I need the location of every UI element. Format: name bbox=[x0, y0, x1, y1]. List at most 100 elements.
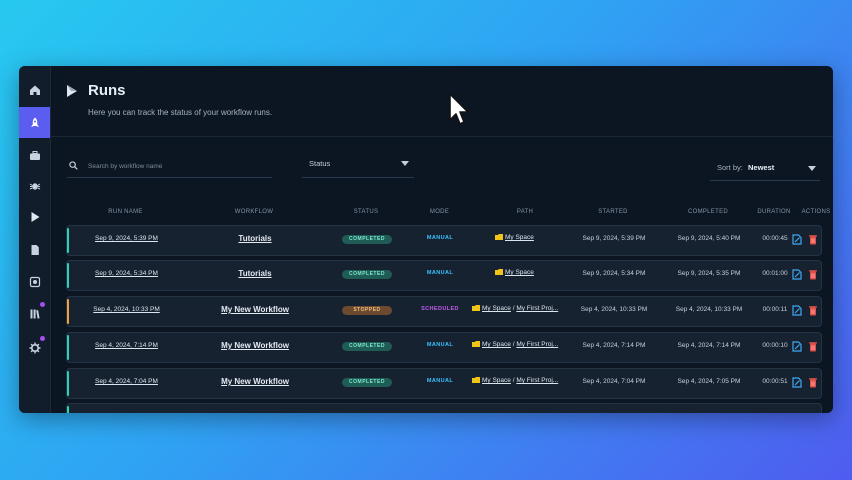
workflow-link[interactable]: Tutorials bbox=[204, 234, 306, 243]
edit-icon[interactable] bbox=[792, 341, 802, 352]
gear-icon bbox=[29, 342, 40, 353]
page-title: Runs bbox=[88, 82, 126, 99]
sidebar-item-tools[interactable] bbox=[19, 140, 50, 171]
column-header-mode: MODE bbox=[429, 209, 450, 215]
workflow-link[interactable]: My New Workflow bbox=[204, 305, 306, 314]
play-icon bbox=[67, 85, 77, 97]
run-name-link[interactable]: Sep 4, 2024, 7:04 PM bbox=[79, 378, 174, 385]
table-row[interactable]: Sep 4, 2024, 7:14 PM My New Workflow COMPL… bbox=[66, 332, 822, 363]
delete-icon[interactable] bbox=[808, 234, 818, 245]
folder-icon bbox=[472, 377, 480, 383]
edit-icon[interactable] bbox=[792, 269, 802, 280]
status-badge: STOPPED bbox=[342, 306, 392, 315]
sidebar-item-runs[interactable] bbox=[19, 201, 50, 232]
mode-label: MANUAL bbox=[426, 342, 454, 348]
path-segment-link[interactable]: My Space bbox=[505, 269, 534, 276]
column-header-duration: DURATION bbox=[757, 209, 791, 215]
status-badge: COMPLETED bbox=[342, 235, 392, 244]
document-icon bbox=[31, 244, 39, 255]
delete-icon[interactable] bbox=[808, 377, 818, 388]
notification-badge bbox=[40, 302, 45, 307]
folder-icon bbox=[495, 269, 503, 275]
path-segment-link[interactable]: My Space bbox=[482, 377, 511, 384]
run-name-link[interactable]: Sep 4, 2024, 7:14 PM bbox=[79, 342, 174, 349]
run-name-link[interactable]: Sep 4, 2024, 10:33 PM bbox=[79, 306, 174, 313]
duration-value: 00:01:00 bbox=[762, 270, 788, 277]
table-row[interactable]: Sep 9, 2024, 5:39 PM Tutorials COMPLETED MA… bbox=[66, 225, 822, 256]
row-status-accent bbox=[67, 335, 69, 360]
notification-badge bbox=[40, 336, 45, 341]
sidebar-item-settings[interactable] bbox=[19, 332, 50, 363]
completed-time: Sep 4, 2024, 7:14 PM bbox=[677, 342, 741, 349]
column-header-actions: ACTIONS bbox=[801, 209, 831, 215]
run-name-link[interactable]: Sep 9, 2024, 5:34 PM bbox=[79, 270, 174, 277]
folder-icon bbox=[472, 341, 480, 347]
started-time: Sep 9, 2024, 5:34 PM bbox=[582, 270, 646, 277]
status-badge: COMPLETED bbox=[342, 342, 392, 351]
path-breadcrumb: My Space bbox=[495, 269, 534, 276]
folder-icon bbox=[472, 305, 480, 311]
page-subtitle: Here you can track the status of your wo… bbox=[88, 108, 273, 117]
path-segment-link[interactable]: My First Proj... bbox=[516, 377, 558, 384]
toolbox-icon bbox=[29, 150, 40, 160]
path-breadcrumb: My Space / My First Proj... bbox=[472, 341, 558, 348]
row-status-accent bbox=[67, 299, 69, 324]
sidebar-item-files[interactable] bbox=[19, 234, 50, 265]
run-name-link[interactable]: Sep 9, 2024, 5:39 PM bbox=[79, 235, 174, 242]
mode-label: MANUAL bbox=[426, 235, 454, 241]
table-row[interactable]: Sep 4, 2024, 10:33 PM My New Workflow STOP… bbox=[66, 296, 822, 327]
path-breadcrumb: My Space / My First Proj... bbox=[472, 305, 558, 312]
chevron-down-icon bbox=[808, 166, 816, 171]
duration-value: 00:00:51 bbox=[762, 378, 788, 385]
app-window: Runs Here you can track the status of yo… bbox=[19, 66, 833, 413]
mode-label: MANUAL bbox=[426, 270, 454, 276]
duration-value: 00:00:11 bbox=[762, 306, 788, 313]
sidebar-item-home[interactable] bbox=[19, 74, 50, 105]
table-row[interactable]: Sep 9, 2024, 5:34 PM Tutorials COMPLETED MA… bbox=[66, 260, 822, 291]
edit-icon[interactable] bbox=[792, 234, 802, 245]
sidebar-item-assistant[interactable] bbox=[19, 107, 50, 138]
sidebar-item-storage[interactable] bbox=[19, 266, 50, 297]
library-icon bbox=[30, 309, 40, 319]
delete-icon[interactable] bbox=[808, 269, 818, 280]
status-dropdown[interactable]: Status bbox=[302, 155, 414, 178]
mouse-cursor-icon bbox=[449, 93, 469, 125]
workflow-link[interactable]: My New Workflow bbox=[204, 341, 306, 350]
column-header-status: STATUS bbox=[353, 209, 379, 215]
started-time: Sep 4, 2024, 7:14 PM bbox=[582, 342, 646, 349]
workflow-link[interactable]: My New Workflow bbox=[204, 377, 306, 386]
search-input[interactable] bbox=[86, 158, 270, 174]
path-segment-link[interactable]: My Space bbox=[505, 234, 534, 241]
sidebar-item-components[interactable] bbox=[19, 170, 50, 201]
started-time: Sep 4, 2024, 7:04 PM bbox=[582, 378, 646, 385]
delete-icon[interactable] bbox=[808, 305, 818, 316]
path-segment-link[interactable]: My Space bbox=[482, 305, 511, 312]
path-segment-link[interactable]: My First Proj... bbox=[516, 305, 558, 312]
path-segment-link[interactable]: My Space bbox=[482, 341, 511, 348]
edit-icon[interactable] bbox=[792, 305, 802, 316]
database-icon bbox=[29, 276, 40, 287]
play-icon bbox=[31, 211, 39, 222]
mode-label: SCHEDULED bbox=[421, 306, 459, 312]
path-segment-link[interactable]: My First Proj... bbox=[516, 341, 558, 348]
row-status-accent bbox=[67, 228, 69, 253]
edit-icon[interactable] bbox=[792, 377, 802, 388]
sort-dropdown[interactable]: Sort by: Newest bbox=[710, 158, 820, 181]
started-time: Sep 9, 2024, 5:39 PM bbox=[582, 235, 646, 242]
delete-icon[interactable] bbox=[808, 341, 818, 352]
completed-time: Sep 4, 2024, 7:05 PM bbox=[677, 378, 741, 385]
search-box bbox=[67, 155, 272, 178]
duration-value: 00:00:10 bbox=[762, 342, 788, 349]
sidebar-item-library[interactable] bbox=[19, 298, 50, 329]
sidebar bbox=[19, 66, 51, 413]
duration-value: 00:00:45 bbox=[762, 235, 788, 242]
sort-value: Newest bbox=[748, 163, 775, 172]
page-header: Runs Here you can track the status of yo… bbox=[50, 66, 833, 137]
table-row-partial bbox=[66, 403, 822, 413]
row-status-accent bbox=[67, 406, 69, 413]
row-status-accent bbox=[67, 371, 69, 396]
column-header-completed: COMPLETED bbox=[687, 209, 729, 215]
table-row[interactable]: Sep 4, 2024, 7:04 PM My New Workflow COMPL… bbox=[66, 368, 822, 399]
workflow-link[interactable]: Tutorials bbox=[204, 269, 306, 278]
rocket-icon bbox=[30, 117, 39, 127]
